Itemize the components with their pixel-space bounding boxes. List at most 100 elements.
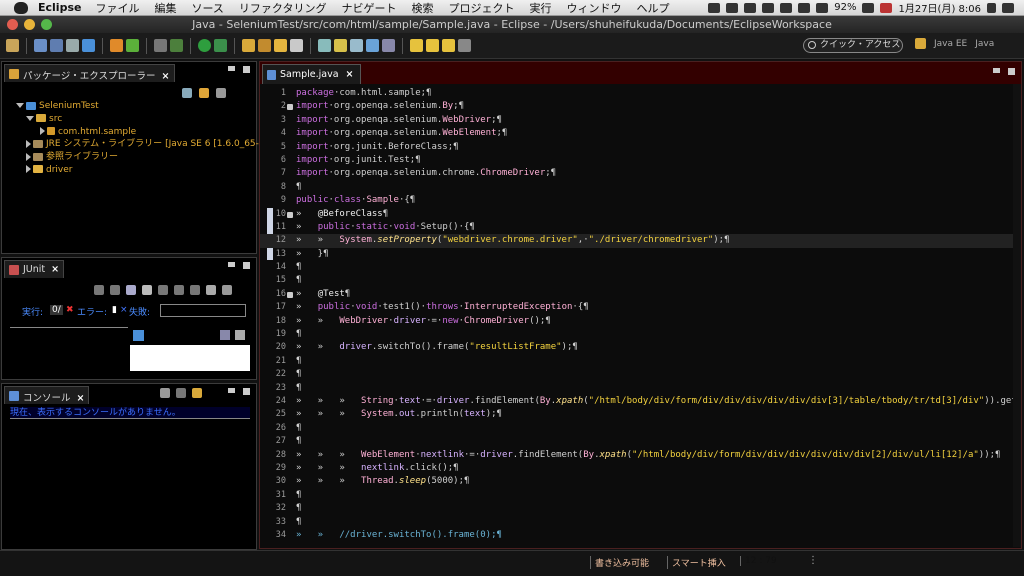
- new-class-icon[interactable]: [258, 39, 271, 52]
- build-icon[interactable]: [82, 39, 95, 52]
- previous-failure-icon[interactable]: [110, 285, 120, 295]
- maximize-icon[interactable]: [243, 66, 250, 73]
- time-machine-icon[interactable]: [762, 2, 775, 13]
- apple-logo-icon[interactable]: [14, 1, 28, 14]
- show-whitespace-icon[interactable]: [382, 39, 395, 52]
- run-icon[interactable]: [198, 39, 211, 52]
- notification-center-icon[interactable]: [1002, 2, 1014, 13]
- tree-item-jre[interactable]: JRE システム・ライブラリー [Java SE 6 [1.6.0_65-b1: [16, 138, 270, 151]
- tree-item-driver[interactable]: driver: [16, 164, 270, 177]
- code-line[interactable]: 13 » }¶: [260, 248, 1021, 261]
- code-line[interactable]: 3 import·org.openqa.selenium.WebDriver;¶: [260, 114, 1021, 127]
- code-line[interactable]: 11 » public·static·void·Setup()·{¶: [260, 221, 1021, 234]
- menu-navigate[interactable]: ナビゲート: [341, 0, 396, 16]
- display-icon[interactable]: [744, 2, 757, 13]
- code-line[interactable]: 4 import·org.openqa.selenium.WebElement;¶: [260, 127, 1021, 140]
- open-console-icon[interactable]: [192, 388, 202, 398]
- scroll-lock-icon[interactable]: [142, 285, 152, 295]
- save-all-icon[interactable]: [50, 39, 63, 52]
- fold-toggle-icon[interactable]: [287, 291, 293, 298]
- minimize-icon[interactable]: [228, 388, 235, 393]
- code-line[interactable]: 25 » » » System.out.println(text);¶: [260, 408, 1021, 421]
- perspective-java-ee[interactable]: Java EE: [934, 39, 967, 49]
- quick-access-field[interactable]: クイック・アクセス: [803, 38, 903, 53]
- filter-stack-trace-icon[interactable]: [220, 330, 230, 340]
- menu-source[interactable]: ソース: [191, 0, 223, 16]
- toggle-view-icon[interactable]: [366, 39, 379, 52]
- close-icon[interactable]: ×: [51, 264, 59, 275]
- back-arrow-icon[interactable]: [426, 39, 439, 52]
- menu-refactor[interactable]: リファクタリング: [239, 0, 327, 16]
- open-task-icon[interactable]: [318, 39, 331, 52]
- forward-arrow-icon[interactable]: [442, 39, 455, 52]
- tab-package-explorer[interactable]: パッケージ・エクスプローラー ×: [4, 64, 175, 82]
- tab-console[interactable]: コンソール ×: [4, 386, 90, 404]
- new-java-project-icon[interactable]: [110, 39, 123, 52]
- maximize-icon[interactable]: [243, 388, 250, 395]
- code-line[interactable]: 16 » @Test¶: [260, 288, 1021, 301]
- clock[interactable]: 1月27日(月) 8:06: [898, 0, 981, 15]
- show-failures-only-icon[interactable]: [126, 285, 136, 295]
- code-line[interactable]: 15 ¶: [260, 274, 1021, 287]
- menu-window[interactable]: ウィンドウ: [566, 0, 621, 16]
- code-line[interactable]: 29 » » » nextlink.click();¶: [260, 462, 1021, 475]
- collapse-all-icon[interactable]: [182, 88, 192, 98]
- code-line[interactable]: 19 ¶: [260, 328, 1021, 341]
- dropbox-icon[interactable]: [726, 2, 739, 13]
- input-source-flag-icon[interactable]: [880, 2, 893, 13]
- fold-toggle-icon[interactable]: [287, 211, 293, 218]
- code-line[interactable]: 33 ¶: [260, 516, 1021, 529]
- next-annotation-icon[interactable]: [410, 39, 423, 52]
- code-line[interactable]: 17 » public·void·test1()·throws·Interrupt…: [260, 301, 1021, 314]
- tree-item-referenced-libraries[interactable]: 参照ライブラリー: [16, 151, 270, 164]
- menu-run[interactable]: 実行: [529, 0, 551, 16]
- open-type-icon[interactable]: [274, 39, 287, 52]
- code-line[interactable]: 32 ¶: [260, 502, 1021, 515]
- link-with-editor-icon[interactable]: [199, 88, 209, 98]
- code-line[interactable]: 5 import·org.junit.BeforeClass;¶: [260, 141, 1021, 154]
- code-line[interactable]: 23 ¶: [260, 382, 1021, 395]
- minimize-icon[interactable]: [228, 66, 235, 71]
- pen-icon[interactable]: [334, 39, 347, 52]
- code-line[interactable]: 20 » » driver.switchTo().frame("resultLis…: [260, 341, 1021, 354]
- search-tool-icon[interactable]: [350, 39, 363, 52]
- menu-help[interactable]: ヘルプ: [636, 0, 669, 16]
- code-line[interactable]: 26 ¶: [260, 422, 1021, 435]
- new-icon[interactable]: [6, 39, 19, 52]
- code-line[interactable]: 18 » » WebDriver·driver·=·new·ChromeDrive…: [260, 315, 1021, 328]
- close-icon[interactable]: ×: [77, 393, 85, 404]
- code-line[interactable]: 1 package·com.html.sample;¶: [260, 87, 1021, 100]
- save-icon[interactable]: [34, 39, 47, 52]
- failure-trace-area[interactable]: [130, 345, 250, 371]
- battery-icon[interactable]: [862, 2, 875, 13]
- navigate-arrow-icon[interactable]: [458, 39, 471, 52]
- code-line[interactable]: 28 » » » WebElement·nextlink·=·driver.fin…: [260, 449, 1021, 462]
- code-line[interactable]: 30 » » » Thread.sleep(5000);¶: [260, 475, 1021, 488]
- print-icon[interactable]: [66, 39, 79, 52]
- code-line[interactable]: 14 ¶: [260, 261, 1021, 274]
- evernote-icon[interactable]: [708, 2, 721, 13]
- debug-icon[interactable]: [170, 39, 183, 52]
- maximize-icon[interactable]: [243, 262, 250, 269]
- spotlight-icon[interactable]: [987, 2, 996, 13]
- wand-icon[interactable]: [290, 39, 303, 52]
- next-failure-icon[interactable]: [94, 285, 104, 295]
- code-line[interactable]: 21 ¶: [260, 355, 1021, 368]
- view-menu-icon[interactable]: [216, 88, 226, 98]
- pin-console-icon[interactable]: [160, 388, 170, 398]
- maximize-icon[interactable]: [1008, 68, 1015, 75]
- code-line[interactable]: 9 public·class·Sample·{¶: [260, 194, 1021, 207]
- menu-project[interactable]: プロジェクト: [448, 0, 514, 16]
- close-icon[interactable]: ×: [162, 71, 170, 82]
- vertical-scrollbar[interactable]: [1013, 84, 1021, 547]
- refresh-icon[interactable]: [126, 39, 139, 52]
- wifi-icon[interactable]: [798, 2, 811, 13]
- menu-search[interactable]: 検索: [411, 0, 433, 16]
- fold-toggle-icon[interactable]: [287, 104, 293, 111]
- code-area[interactable]: 1 package·com.html.sample;¶ 2 import·org.op…: [260, 87, 1021, 547]
- history-icon[interactable]: [206, 285, 216, 295]
- code-line[interactable]: 31 ¶: [260, 489, 1021, 502]
- menu-edit[interactable]: 編集: [154, 0, 176, 16]
- tree-item-package[interactable]: com.html.sample: [16, 126, 270, 139]
- bluetooth-icon[interactable]: [780, 2, 793, 13]
